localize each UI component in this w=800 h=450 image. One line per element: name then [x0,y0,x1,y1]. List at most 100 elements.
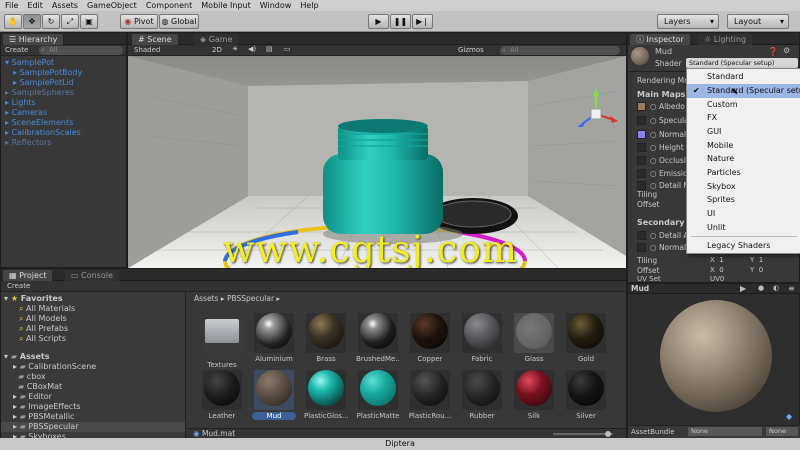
emission-swatch[interactable] [637,169,646,178]
menu-mobile-input[interactable]: Mobile Input [201,1,251,10]
folder-item[interactable]: ▰ cbox [13,372,46,381]
thumbnail-size-slider[interactable] [553,433,613,435]
tab-game[interactable]: ◈ Game [194,34,239,45]
folder-item[interactable]: ▸ ▰ ImageEffects [13,402,81,411]
play-button[interactable]: ▶ [368,14,389,29]
asset-item[interactable]: Aluminium [252,311,296,363]
fav-item[interactable]: ⌕ All Models [19,314,67,324]
shader-menu-item[interactable]: FX [687,111,800,125]
variant-dropdown[interactable]: None [766,427,798,436]
global-toggle[interactable]: ◍ Global [159,14,199,29]
menu-help[interactable]: Help [300,1,318,10]
shader-menu-item[interactable]: Custom [687,98,800,112]
folder-item[interactable]: ▸ ▰ Editor [13,392,52,401]
layers-dropdown[interactable]: Layers ▾ [657,14,719,29]
tiling-x-value[interactable]: 1 [719,256,723,264]
project-create-dropdown[interactable]: Create [7,282,30,290]
menu-edit[interactable]: Edit [27,1,43,10]
step-button[interactable]: ▶❘ [412,14,433,29]
shader-menu-item-selected[interactable]: ✔ Standard (Specular setup) [687,84,800,98]
asset-item[interactable]: PlasticMatte [356,368,400,420]
rect-tool-button[interactable]: ▣ [80,14,98,29]
tag-icon[interactable]: ◆ [786,412,792,421]
hierarchy-item[interactable]: ▸ SampleSpheres [5,88,74,97]
folder-item-selected[interactable]: ▸ ▰ PBSSpecular [1,422,185,432]
albedo-swatch[interactable] [637,102,646,111]
hierarchy-item[interactable]: ▸ Reflectors [5,138,52,147]
help-icon[interactable]: ❓ [768,47,778,56]
light-icon[interactable]: ☀ [232,45,238,53]
audio-icon[interactable]: ◀) [248,45,256,53]
hierarchy-item[interactable]: ▸ SamplePotLid [13,78,74,87]
hierarchy-item[interactable]: ▸ CalibrationScales [5,128,81,137]
normal-swatch[interactable] [637,130,646,139]
asset-item[interactable]: Fabric [460,311,504,363]
hand-tool-button[interactable]: ✋ [4,14,22,29]
assetbundle-dropdown[interactable]: None [688,427,762,436]
hierarchy-search[interactable]: ⌕ All [39,46,123,55]
preview-sphere-icon[interactable]: ● [758,284,764,292]
scene-search[interactable]: ⌕ All [500,46,620,55]
tab-inspector[interactable]: ⓘ Inspector [630,34,690,45]
menu-file[interactable]: File [5,1,18,10]
folder-item[interactable]: ▰ CBoxMat [13,382,62,391]
shader-menu-item[interactable]: Legacy Shaders [687,239,800,253]
folder-item[interactable]: ▸ ▰ CalibrationScene [13,362,96,371]
hierarchy-item[interactable]: ▸ SamplePotBody [13,68,82,77]
menu-component[interactable]: Component [146,1,192,10]
hierarchy-tab[interactable]: ☰ Hierarchy [3,34,64,45]
hierarchy-item[interactable]: ▸ Cameras [5,108,47,117]
rotate-tool-button[interactable]: ↻ [42,14,60,29]
scene-viewport[interactable]: www.cgtsj.com [128,56,626,268]
slider-handle[interactable] [605,431,611,437]
fav-item[interactable]: ⌕ All Prefabs [19,324,68,334]
asset-item[interactable]: Leather [200,368,244,420]
pivot-toggle[interactable]: ◉ Pivot [120,14,158,29]
asset-item[interactable]: Gold [564,311,608,363]
shader-menu-item[interactable]: Sprites [687,193,800,207]
asset-item[interactable]: Brass [304,311,348,363]
height-swatch[interactable] [637,143,646,152]
menu-gameobject[interactable]: GameObject [87,1,137,10]
move-tool-button[interactable]: ✥ [23,14,41,29]
asset-item[interactable]: BrushedMe... [356,311,400,363]
preview-menu-icon[interactable]: ≡ [788,284,795,293]
asset-item[interactable]: PlasticRou... [408,368,452,420]
create-dropdown[interactable]: Create [5,46,28,54]
preview-play-icon[interactable]: ▶ [740,284,746,293]
preview-light-icon[interactable]: ◐ [773,284,779,292]
gear-icon[interactable]: ⚙ [783,46,790,55]
effects-icon[interactable]: ▤ [266,45,273,53]
tiling-y-value[interactable]: 1 [759,256,763,264]
tab-scene[interactable]: # Scene [132,34,178,45]
specular-swatch[interactable] [637,116,646,125]
layout-dropdown[interactable]: Layout ▾ [727,14,789,29]
asset-item-selected[interactable]: Mud [252,368,296,420]
shader-menu-item[interactable]: Unlit [687,221,800,235]
material-preview-sphere[interactable] [660,300,772,412]
folder-item[interactable]: ▸ ▰ PBSMetallic [13,412,74,421]
asset-item[interactable]: Glass [512,311,556,363]
shader-menu-item[interactable]: UI [687,207,800,221]
occlusion-swatch[interactable] [637,156,646,165]
hierarchy-item[interactable]: ▸ Lights [5,98,36,107]
asset-item[interactable]: Textures [200,311,244,369]
shader-menu-item[interactable]: Particles [687,166,800,180]
asset-item[interactable]: Rubber [460,368,504,420]
asset-item[interactable]: Silk [512,368,556,420]
scale-tool-button[interactable]: ⤢ [61,14,79,29]
offset-y-value[interactable]: 0 [759,266,763,274]
camera-icon[interactable]: ▭ [284,45,291,53]
asset-item[interactable]: Copper [408,311,452,363]
shader-dropdown[interactable]: Standard (Specular setup) [686,58,798,68]
tab-console[interactable]: ▭ Console [65,270,119,281]
uvset-dropdown[interactable]: UV0 [710,275,724,283]
detail-mask-swatch[interactable] [637,181,646,190]
pause-button[interactable]: ❚❚ [390,14,411,29]
detail-normal-swatch[interactable] [637,243,646,252]
shading-dropdown[interactable]: Shaded [134,46,160,54]
hierarchy-item[interactable]: ▸ SceneElements [5,118,73,127]
shader-menu-item[interactable]: Skybox [687,180,800,194]
detail-albedo-swatch[interactable] [637,231,646,240]
tab-lighting[interactable]: ☼ Lighting [698,34,753,45]
